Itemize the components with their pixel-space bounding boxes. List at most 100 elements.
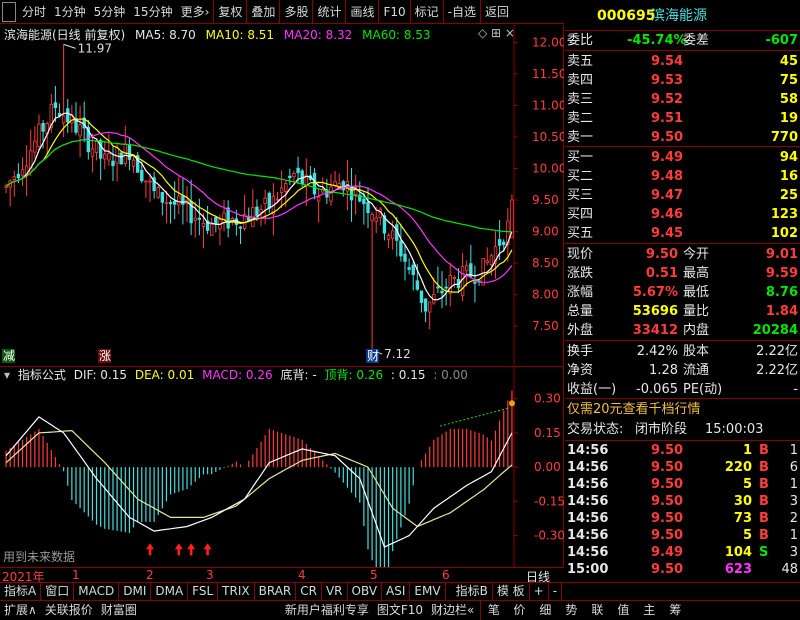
ask-volume: 75: [779, 73, 798, 88]
candle-body: [316, 196, 321, 202]
ask-volume: 19: [779, 111, 798, 126]
dif-line: [5, 416, 513, 548]
ask-volume: 770: [770, 130, 798, 145]
tick-detail-button[interactable]: 笔: [480, 601, 506, 620]
expand-button[interactable]: 扩展∧: [0, 601, 41, 620]
ask-price: 9.53: [651, 73, 684, 88]
period-5min-button[interactable]: 5分钟: [90, 0, 130, 24]
axis-tick-label: -0.15: [534, 494, 564, 508]
candle-body: [292, 172, 296, 178]
wealth-circle-button[interactable]: 财富圈: [97, 601, 141, 620]
tick-row: 14:56 9.50 30 B 3: [565, 493, 800, 510]
ask-label: 卖五: [567, 54, 594, 69]
tab-indicator-b[interactable]: 指标B: [452, 583, 493, 600]
tick-count: 1: [789, 477, 798, 492]
tick-price: 9.50: [651, 443, 684, 458]
candle-body: [66, 108, 70, 123]
period-15min-button[interactable]: 15分钟: [129, 0, 176, 24]
period-intraday-button[interactable]: 分时: [18, 0, 50, 24]
tab-trix[interactable]: TRIX: [218, 583, 255, 600]
tick-count: 3: [789, 494, 798, 509]
candle-body: [94, 141, 99, 153]
tab-fsl[interactable]: FSL: [188, 583, 219, 600]
mark-button[interactable]: 标记: [409, 0, 443, 24]
tab-emv[interactable]: EMV: [410, 583, 446, 600]
candle-body: [345, 180, 350, 192]
promo-banner[interactable]: 仅需20元查看千档行情: [565, 400, 800, 419]
remove-watchlist-button[interactable]: -自选: [442, 0, 480, 24]
tab-vr[interactable]: VR: [322, 583, 348, 600]
tick-row: 14:56 9.50 73 B 2: [565, 510, 800, 527]
toolbar-menu-button[interactable]: [2, 2, 16, 22]
ma20-line: [5, 131, 513, 283]
stat-value: 53696: [632, 304, 678, 319]
high-marker: [63, 43, 76, 49]
link-button[interactable]: 联: [584, 601, 610, 620]
detail-button[interactable]: 细: [532, 601, 558, 620]
candle-body: [238, 226, 243, 229]
promo-text[interactable]: 仅需20元查看千档行情: [567, 400, 701, 419]
ma60-value: MA60: 8.53: [362, 28, 431, 42]
chart-option-icons[interactable]: ◇ ⊞ ×: [478, 26, 515, 40]
related-quote-button[interactable]: 关联报价: [41, 601, 97, 620]
chips-button[interactable]: 筹: [662, 601, 688, 620]
tab-macd[interactable]: MACD: [74, 583, 120, 600]
extra-value-2: : 0.00: [433, 368, 468, 382]
period-more-button[interactable]: 更多›: [177, 0, 214, 24]
statistics-button[interactable]: 统计: [312, 0, 345, 24]
axis-tick-label: 7.50: [532, 319, 559, 333]
bid-row: 买二 9.48 16: [565, 167, 800, 186]
tick-row: 15:00 9.50 623 48: [565, 561, 800, 578]
tick-time: 15:00: [567, 562, 609, 577]
new-user-welfare-link[interactable]: 新用户福利专享: [281, 601, 373, 620]
multi-stock-button[interactable]: 多股: [279, 0, 312, 24]
axis-tick-label: 0.00: [534, 460, 561, 474]
side-bar-toggle[interactable]: 财边栏«: [427, 601, 478, 620]
tab-window[interactable]: 窗口: [41, 583, 75, 600]
stat-label: PE(动): [683, 382, 723, 397]
f10-graphic-button[interactable]: 图文F10: [373, 601, 427, 620]
back-button[interactable]: 返回: [480, 0, 513, 24]
trade-status-time: 15:00:03: [705, 422, 764, 437]
bid-price: 9.45: [651, 226, 684, 241]
candle-body: [485, 260, 489, 264]
ask-row: 卖一 9.50 770: [565, 128, 800, 147]
stat-value: 9.59: [765, 266, 798, 281]
adjust-button[interactable]: 复权: [213, 0, 246, 24]
tab-brar[interactable]: BRAR: [255, 583, 297, 600]
indicator-name[interactable]: 指标公式: [18, 368, 66, 382]
tick-count: 1: [789, 528, 798, 543]
tab-template[interactable]: 模 板: [493, 583, 530, 600]
stat-value: 8.76: [765, 285, 798, 300]
add-tab-button[interactable]: +: [530, 583, 549, 600]
value-button[interactable]: 值: [610, 601, 636, 620]
f10-button[interactable]: F10: [378, 0, 409, 24]
candle-body: [448, 275, 452, 294]
candle-body: [197, 217, 202, 220]
candle-body: [156, 187, 160, 198]
tick-volume: 30: [733, 494, 752, 509]
tab-dma[interactable]: DMA: [151, 583, 189, 600]
tab-asi[interactable]: ASI: [382, 583, 411, 600]
kline-chart[interactable]: 12.00 11.50 11.00 10.50 10.00 9.50 9.00 8.50 8.0…: [0, 25, 564, 365]
buy-arrow-icon: [203, 543, 212, 556]
stat-value: 1.84: [765, 304, 798, 319]
price-button[interactable]: 价: [506, 601, 532, 620]
main-force-button[interactable]: 主: [636, 601, 662, 620]
axis-tick-label: 0.30: [534, 392, 561, 406]
tab-indicator-a[interactable]: 指标A: [0, 583, 42, 600]
tab-dmi[interactable]: DMI: [119, 583, 152, 600]
overlay-button[interactable]: 叠加: [246, 0, 279, 24]
tick-row: 14:56 9.50 220 B 6: [565, 459, 800, 476]
period-1min-button[interactable]: 1分钟: [50, 0, 90, 24]
macd-chart[interactable]: 0.30 0.15 0.00 -0.15 -0.30 用到未来数据: [0, 366, 565, 594]
tab-cr[interactable]: CR: [296, 583, 322, 600]
stat-row: 涨幅 5.67% 最低 8.76: [565, 283, 800, 302]
stock-name: 滨海能源: [651, 8, 707, 24]
candle-body: [123, 144, 128, 164]
trend-button[interactable]: 势: [558, 601, 584, 620]
draw-line-button[interactable]: 画线: [345, 0, 378, 24]
dropdown-icon[interactable]: ▾: [4, 368, 10, 382]
remove-tab-button[interactable]: -: [549, 583, 563, 600]
tab-obv[interactable]: OBV: [348, 583, 383, 600]
